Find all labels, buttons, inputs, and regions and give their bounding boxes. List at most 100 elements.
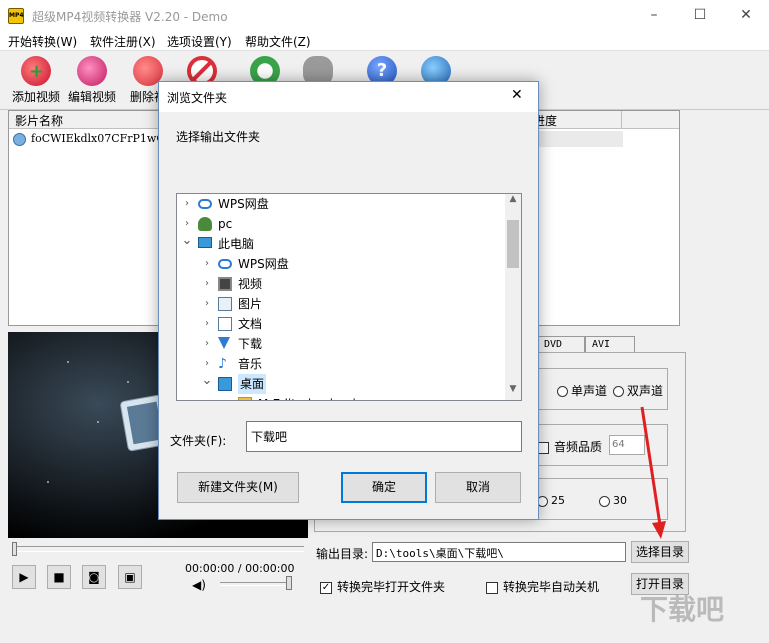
download-icon bbox=[218, 337, 230, 349]
tree-item-label: 此电脑 bbox=[218, 237, 255, 251]
open-folder-label: 转换完毕打开文件夹 bbox=[337, 580, 446, 594]
chevron-right-icon[interactable]: › bbox=[181, 194, 193, 214]
stop-square-icon: ■ bbox=[53, 570, 65, 584]
tree-item[interactable]: › M-Edit…i.nyi…ai bbox=[177, 394, 503, 400]
app-logo-icon: MP4 bbox=[8, 8, 24, 24]
tree-item-label: M-Edit…i.nyi…ai bbox=[258, 394, 356, 400]
audio-quality-label: 音频品质 bbox=[554, 440, 603, 454]
new-folder-button[interactable]: 新建文件夹(M) bbox=[177, 472, 299, 503]
edit-video-label: 编辑视频 bbox=[67, 90, 116, 104]
fps-30-radio-circle bbox=[599, 495, 610, 507]
menu-options[interactable]: 选项设置(Y) bbox=[167, 33, 232, 50]
video-file-icon bbox=[13, 133, 26, 146]
chevron-right-icon[interactable]: › bbox=[201, 314, 213, 334]
tree-item-label: pc bbox=[218, 217, 233, 231]
output-dir-input[interactable]: D:\tools\桌面\下载吧\ bbox=[372, 542, 626, 562]
auto-shutdown-option[interactable]: 转换完毕自动关机 bbox=[486, 578, 599, 595]
audio-quality-option[interactable]: 音频品质 bbox=[537, 438, 602, 455]
volume-slider[interactable] bbox=[220, 582, 292, 586]
dialog-close-button[interactable]: ✕ bbox=[511, 87, 523, 103]
fps-30-label: 30 bbox=[613, 494, 627, 507]
tree-item[interactable]: › WPS网盘 bbox=[177, 194, 503, 214]
playback-time: 00:00:00 / 00:00:00 bbox=[185, 562, 295, 575]
play-button[interactable]: ▶ bbox=[12, 565, 36, 589]
chevron-right-icon[interactable]: › bbox=[201, 294, 213, 314]
tree-item[interactable]: › 图片 bbox=[177, 294, 503, 314]
chevron-right-icon[interactable]: › bbox=[201, 254, 213, 274]
dialog-title-bar: 浏览文件夹 ✕ bbox=[159, 82, 538, 112]
column-name-header[interactable]: 影片名称 bbox=[15, 112, 63, 129]
seek-handle[interactable] bbox=[12, 542, 17, 556]
file-name: foCWIEkdlx07CFrP1wGk0 bbox=[31, 132, 179, 145]
menu-start-convert[interactable]: 开始转换(W) bbox=[8, 33, 77, 50]
chevron-right-icon[interactable]: › bbox=[201, 334, 213, 354]
stop-playback-button[interactable]: ■ bbox=[47, 565, 71, 589]
cancel-button[interactable]: 取消 bbox=[435, 472, 521, 503]
tree-scrollbar[interactable]: ▲ ▼ bbox=[505, 194, 521, 400]
tree-item[interactable]: › 文档 bbox=[177, 314, 503, 334]
tree-item[interactable]: ⌄ 此电脑 bbox=[177, 234, 503, 254]
tree-item[interactable]: ⌄ 桌面 bbox=[177, 374, 503, 394]
scroll-up-icon[interactable]: ▲ bbox=[505, 194, 521, 210]
folder-name-input[interactable]: 下载吧 bbox=[246, 421, 522, 452]
menu-register[interactable]: 软件注册(X) bbox=[90, 33, 156, 50]
tree-item[interactable]: › ♪ 音乐 bbox=[177, 354, 503, 374]
minimize-button[interactable]: – bbox=[631, 0, 677, 31]
desktop-folder-icon bbox=[218, 377, 232, 391]
chevron-down-icon[interactable]: ⌄ bbox=[201, 374, 213, 388]
fullscreen-button[interactable]: ▣ bbox=[118, 565, 142, 589]
menu-help[interactable]: 帮助文件(Z) bbox=[245, 33, 311, 50]
folder-icon bbox=[238, 397, 252, 400]
seek-bar[interactable] bbox=[14, 546, 304, 552]
add-video-button[interactable]: + 添加视频 bbox=[8, 52, 64, 108]
mono-label: 单声道 bbox=[571, 384, 608, 398]
auto-shutdown-label: 转换完毕自动关机 bbox=[503, 580, 600, 594]
tree-item-label: 桌面 bbox=[238, 374, 267, 394]
open-folder-option[interactable]: ✓ 转换完毕打开文件夹 bbox=[320, 578, 445, 595]
ok-button[interactable]: 确定 bbox=[341, 472, 427, 503]
tree-item-label: 文档 bbox=[238, 317, 263, 331]
stereo-label: 双声道 bbox=[627, 384, 664, 398]
stereo-radio-circle bbox=[613, 386, 624, 397]
tree-item[interactable]: › pc bbox=[177, 214, 503, 234]
volume-handle[interactable] bbox=[286, 576, 292, 590]
play-icon: ▶ bbox=[19, 570, 29, 584]
scroll-down-icon[interactable]: ▼ bbox=[505, 384, 521, 400]
folder-tree[interactable]: › WPS网盘 › pc ⌄ 此电脑 › WPS网盘 › 视频 › 图片 › 文档 › 下载 › ♪ 音乐 ⌄ 桌面 › M… bbox=[176, 193, 522, 401]
maximize-button[interactable]: ☐ bbox=[677, 0, 723, 31]
tree-item[interactable]: › WPS网盘 bbox=[177, 254, 503, 274]
tree-item[interactable]: › 下载 bbox=[177, 334, 503, 354]
snapshot-button[interactable]: ◙ bbox=[82, 565, 106, 589]
tab-dvd[interactable]: DVD bbox=[537, 336, 585, 352]
window-icon: ▣ bbox=[124, 570, 136, 584]
add-video-icon: + bbox=[21, 56, 51, 86]
tree-item[interactable]: › 视频 bbox=[177, 274, 503, 294]
add-video-label: 添加视频 bbox=[11, 90, 60, 104]
scroll-thumb[interactable] bbox=[507, 220, 519, 268]
dialog-title: 浏览文件夹 bbox=[167, 91, 228, 105]
volume-icon: ◀) bbox=[192, 578, 206, 592]
chevron-right-icon[interactable]: › bbox=[201, 274, 213, 294]
auto-shutdown-checkbox bbox=[486, 581, 498, 594]
cloud-icon bbox=[198, 199, 212, 209]
mono-radio[interactable]: 单声道 bbox=[557, 382, 607, 399]
tree-item-label: 图片 bbox=[238, 297, 263, 311]
annotation-arrow bbox=[640, 406, 666, 539]
fps-30-radio[interactable]: 30 bbox=[599, 494, 627, 507]
chevron-right-icon[interactable]: › bbox=[221, 394, 233, 400]
chevron-right-icon[interactable]: › bbox=[181, 214, 193, 234]
edit-video-button[interactable]: 编辑视频 bbox=[64, 52, 120, 108]
open-folder-checkbox: ✓ bbox=[320, 581, 332, 594]
close-button[interactable]: ✕ bbox=[723, 0, 769, 31]
cloud-icon bbox=[218, 259, 232, 269]
tab-avi[interactable]: AVI bbox=[585, 336, 635, 352]
mono-radio-circle bbox=[557, 386, 568, 397]
tree-item-label: 下载 bbox=[238, 337, 263, 351]
fps-25-radio[interactable]: 25 bbox=[537, 494, 565, 507]
title-bar: MP4 超级MP4视频转换器 V2.20 - Demo – ☐ ✕ bbox=[0, 0, 769, 31]
stereo-radio[interactable]: 双声道 bbox=[613, 382, 663, 399]
chevron-right-icon[interactable]: › bbox=[201, 354, 213, 374]
dialog-prompt: 选择输出文件夹 bbox=[176, 130, 261, 144]
tree-item-label: 音乐 bbox=[238, 357, 263, 371]
chevron-down-icon[interactable]: ⌄ bbox=[181, 234, 193, 248]
